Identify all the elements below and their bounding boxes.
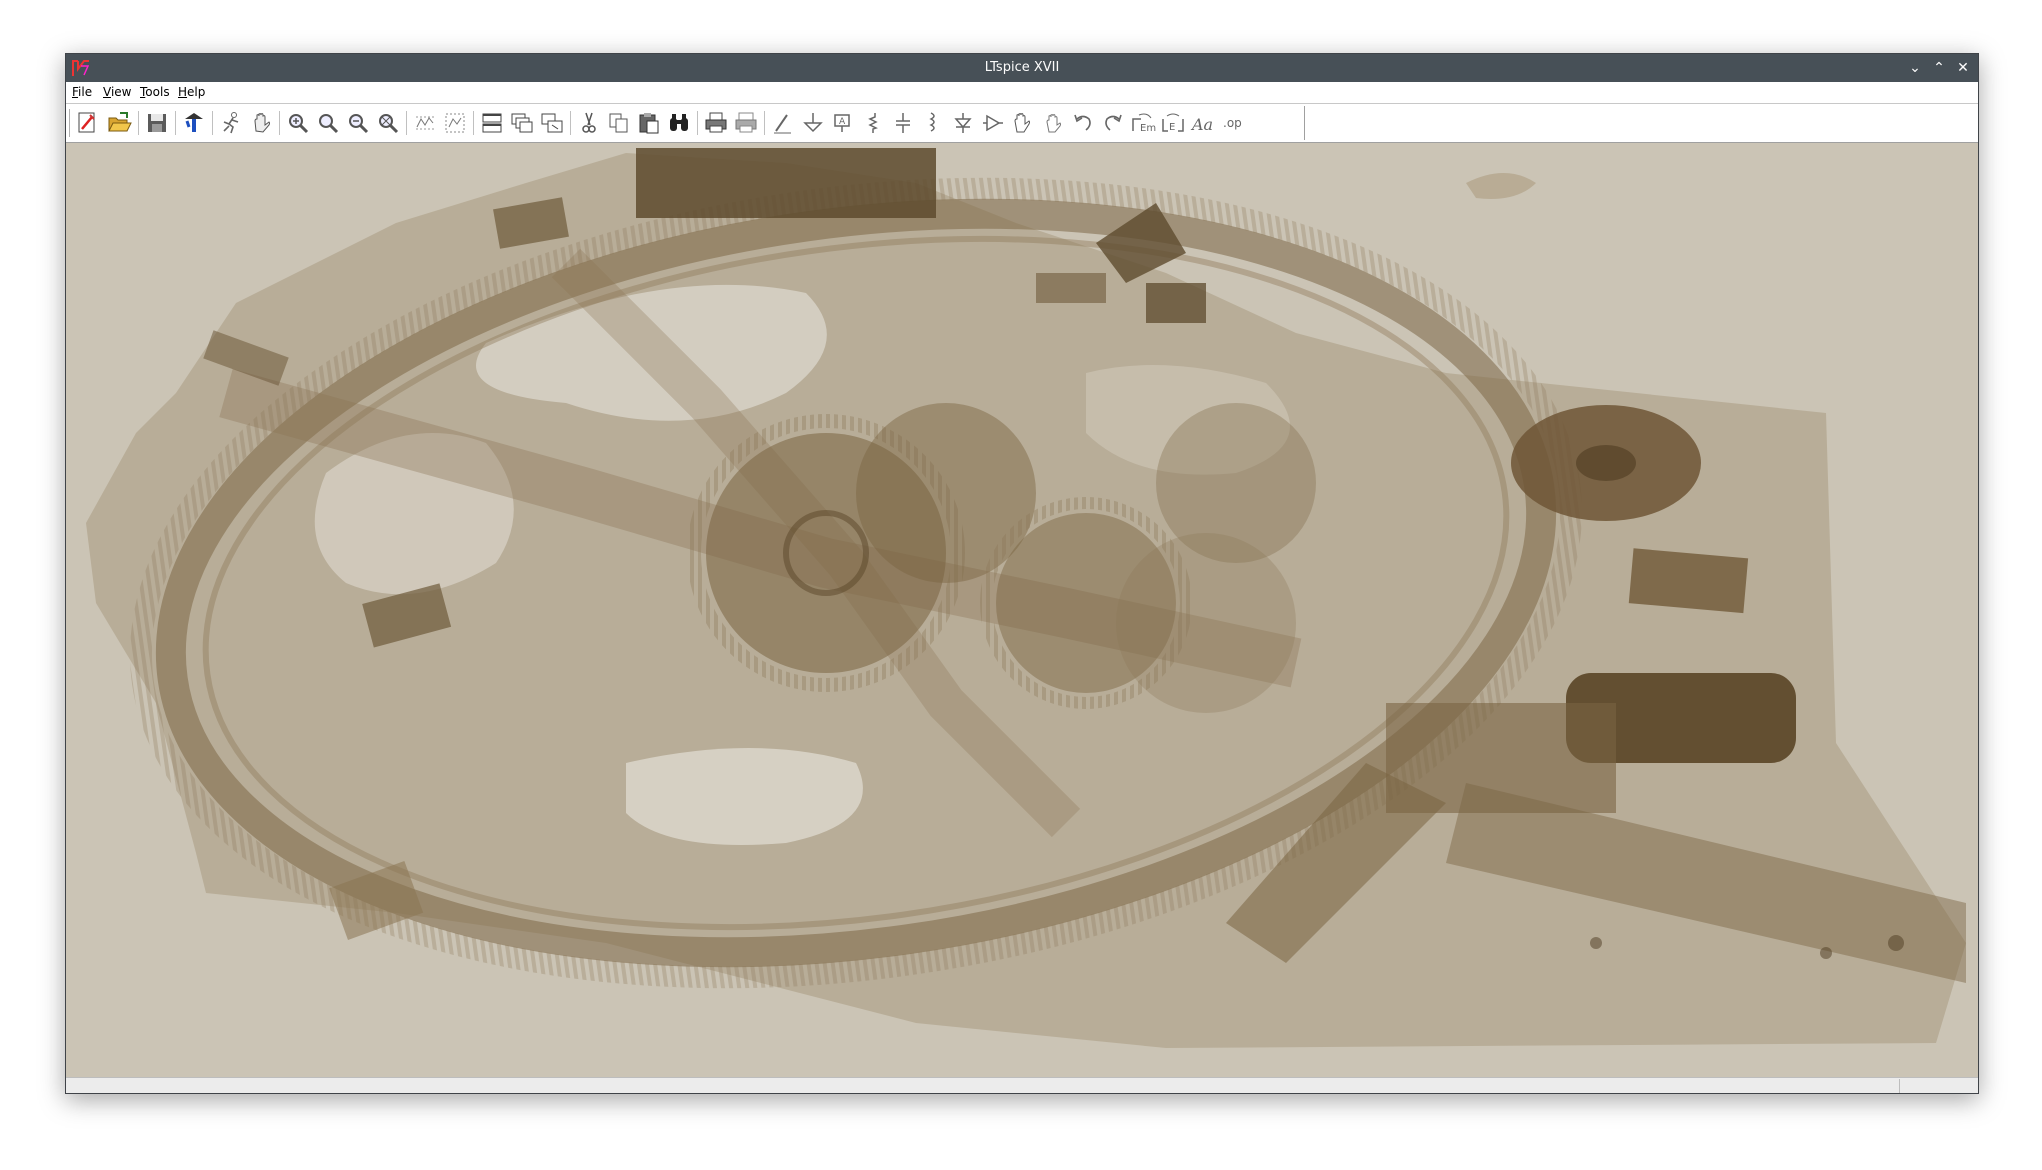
zoom-area-icon[interactable] (284, 109, 312, 137)
text-icon[interactable]: Aa (1189, 109, 1217, 137)
window-title: LTspice XVII (984, 60, 1060, 75)
close-icon[interactable]: ✕ (1953, 58, 1973, 78)
ground-icon[interactable] (799, 109, 827, 137)
move-icon[interactable] (1009, 109, 1037, 137)
capacitor-icon[interactable] (889, 109, 917, 137)
mirror-icon[interactable]: E (1159, 109, 1187, 137)
svg-text:A: A (839, 117, 846, 127)
menu-tools[interactable]: Tools (140, 82, 170, 103)
resistor-icon[interactable] (859, 109, 887, 137)
print-icon[interactable] (702, 109, 730, 137)
print-preview-icon[interactable] (732, 109, 760, 137)
save-icon[interactable] (143, 109, 171, 137)
redo-icon[interactable] (1099, 109, 1127, 137)
drag-icon[interactable] (1039, 109, 1067, 137)
halt-icon[interactable] (247, 109, 275, 137)
menu-help[interactable]: Help (178, 82, 205, 103)
rotate-icon[interactable]: Em (1129, 109, 1157, 137)
menu-bar: File View Tools Help (66, 82, 1978, 104)
diode-icon[interactable] (949, 109, 977, 137)
view-fit-icon[interactable] (441, 109, 469, 137)
undo-icon[interactable] (1069, 109, 1097, 137)
draw-wire-icon[interactable] (769, 109, 797, 137)
paste-icon[interactable] (635, 109, 663, 137)
inductor-icon[interactable] (919, 109, 947, 137)
control-panel-icon[interactable] (180, 109, 208, 137)
autorange-y-icon[interactable] (411, 109, 439, 137)
svg-text:Em: Em (1140, 123, 1156, 134)
pan-icon[interactable] (314, 109, 342, 137)
zoom-back-icon[interactable] (344, 109, 372, 137)
schematic-canvas[interactable] (66, 143, 1978, 1077)
cascade-icon[interactable] (508, 109, 536, 137)
menu-view[interactable]: View (103, 82, 131, 103)
label-net-icon[interactable]: A (829, 109, 857, 137)
zoom-fit-icon[interactable] (374, 109, 402, 137)
svg-text:.op: .op (1223, 116, 1242, 130)
toolbar: A Em E Aa .op (66, 104, 1978, 143)
svg-text:E: E (1169, 122, 1175, 133)
minimize-icon[interactable]: ⌄ (1905, 58, 1925, 78)
copy-icon[interactable] (605, 109, 633, 137)
component-icon[interactable] (979, 109, 1007, 137)
toolbar-end-divider (1304, 106, 1305, 140)
open-icon[interactable] (105, 109, 133, 137)
run-icon[interactable] (217, 109, 245, 137)
spice-directive-icon[interactable]: .op (1219, 109, 1247, 137)
title-bar[interactable]: LTspice XVII ⌄ ⌃ ✕ (66, 54, 1978, 82)
new-schematic-icon[interactable] (73, 109, 101, 137)
find-icon[interactable] (665, 109, 693, 137)
maximize-icon[interactable]: ⌃ (1929, 58, 1949, 78)
app-window: LTspice XVII ⌄ ⌃ ✕ File View Tools Help (65, 53, 1979, 1094)
tile-vertical-icon[interactable] (538, 109, 566, 137)
cut-icon[interactable] (575, 109, 603, 137)
status-bar (66, 1077, 1978, 1093)
mechanism-xray-image (66, 143, 1978, 1077)
menu-file[interactable]: File (72, 82, 92, 103)
svg-text:Aa: Aa (1190, 115, 1213, 134)
tile-horizontal-icon[interactable] (478, 109, 506, 137)
status-pane (1899, 1079, 1978, 1093)
